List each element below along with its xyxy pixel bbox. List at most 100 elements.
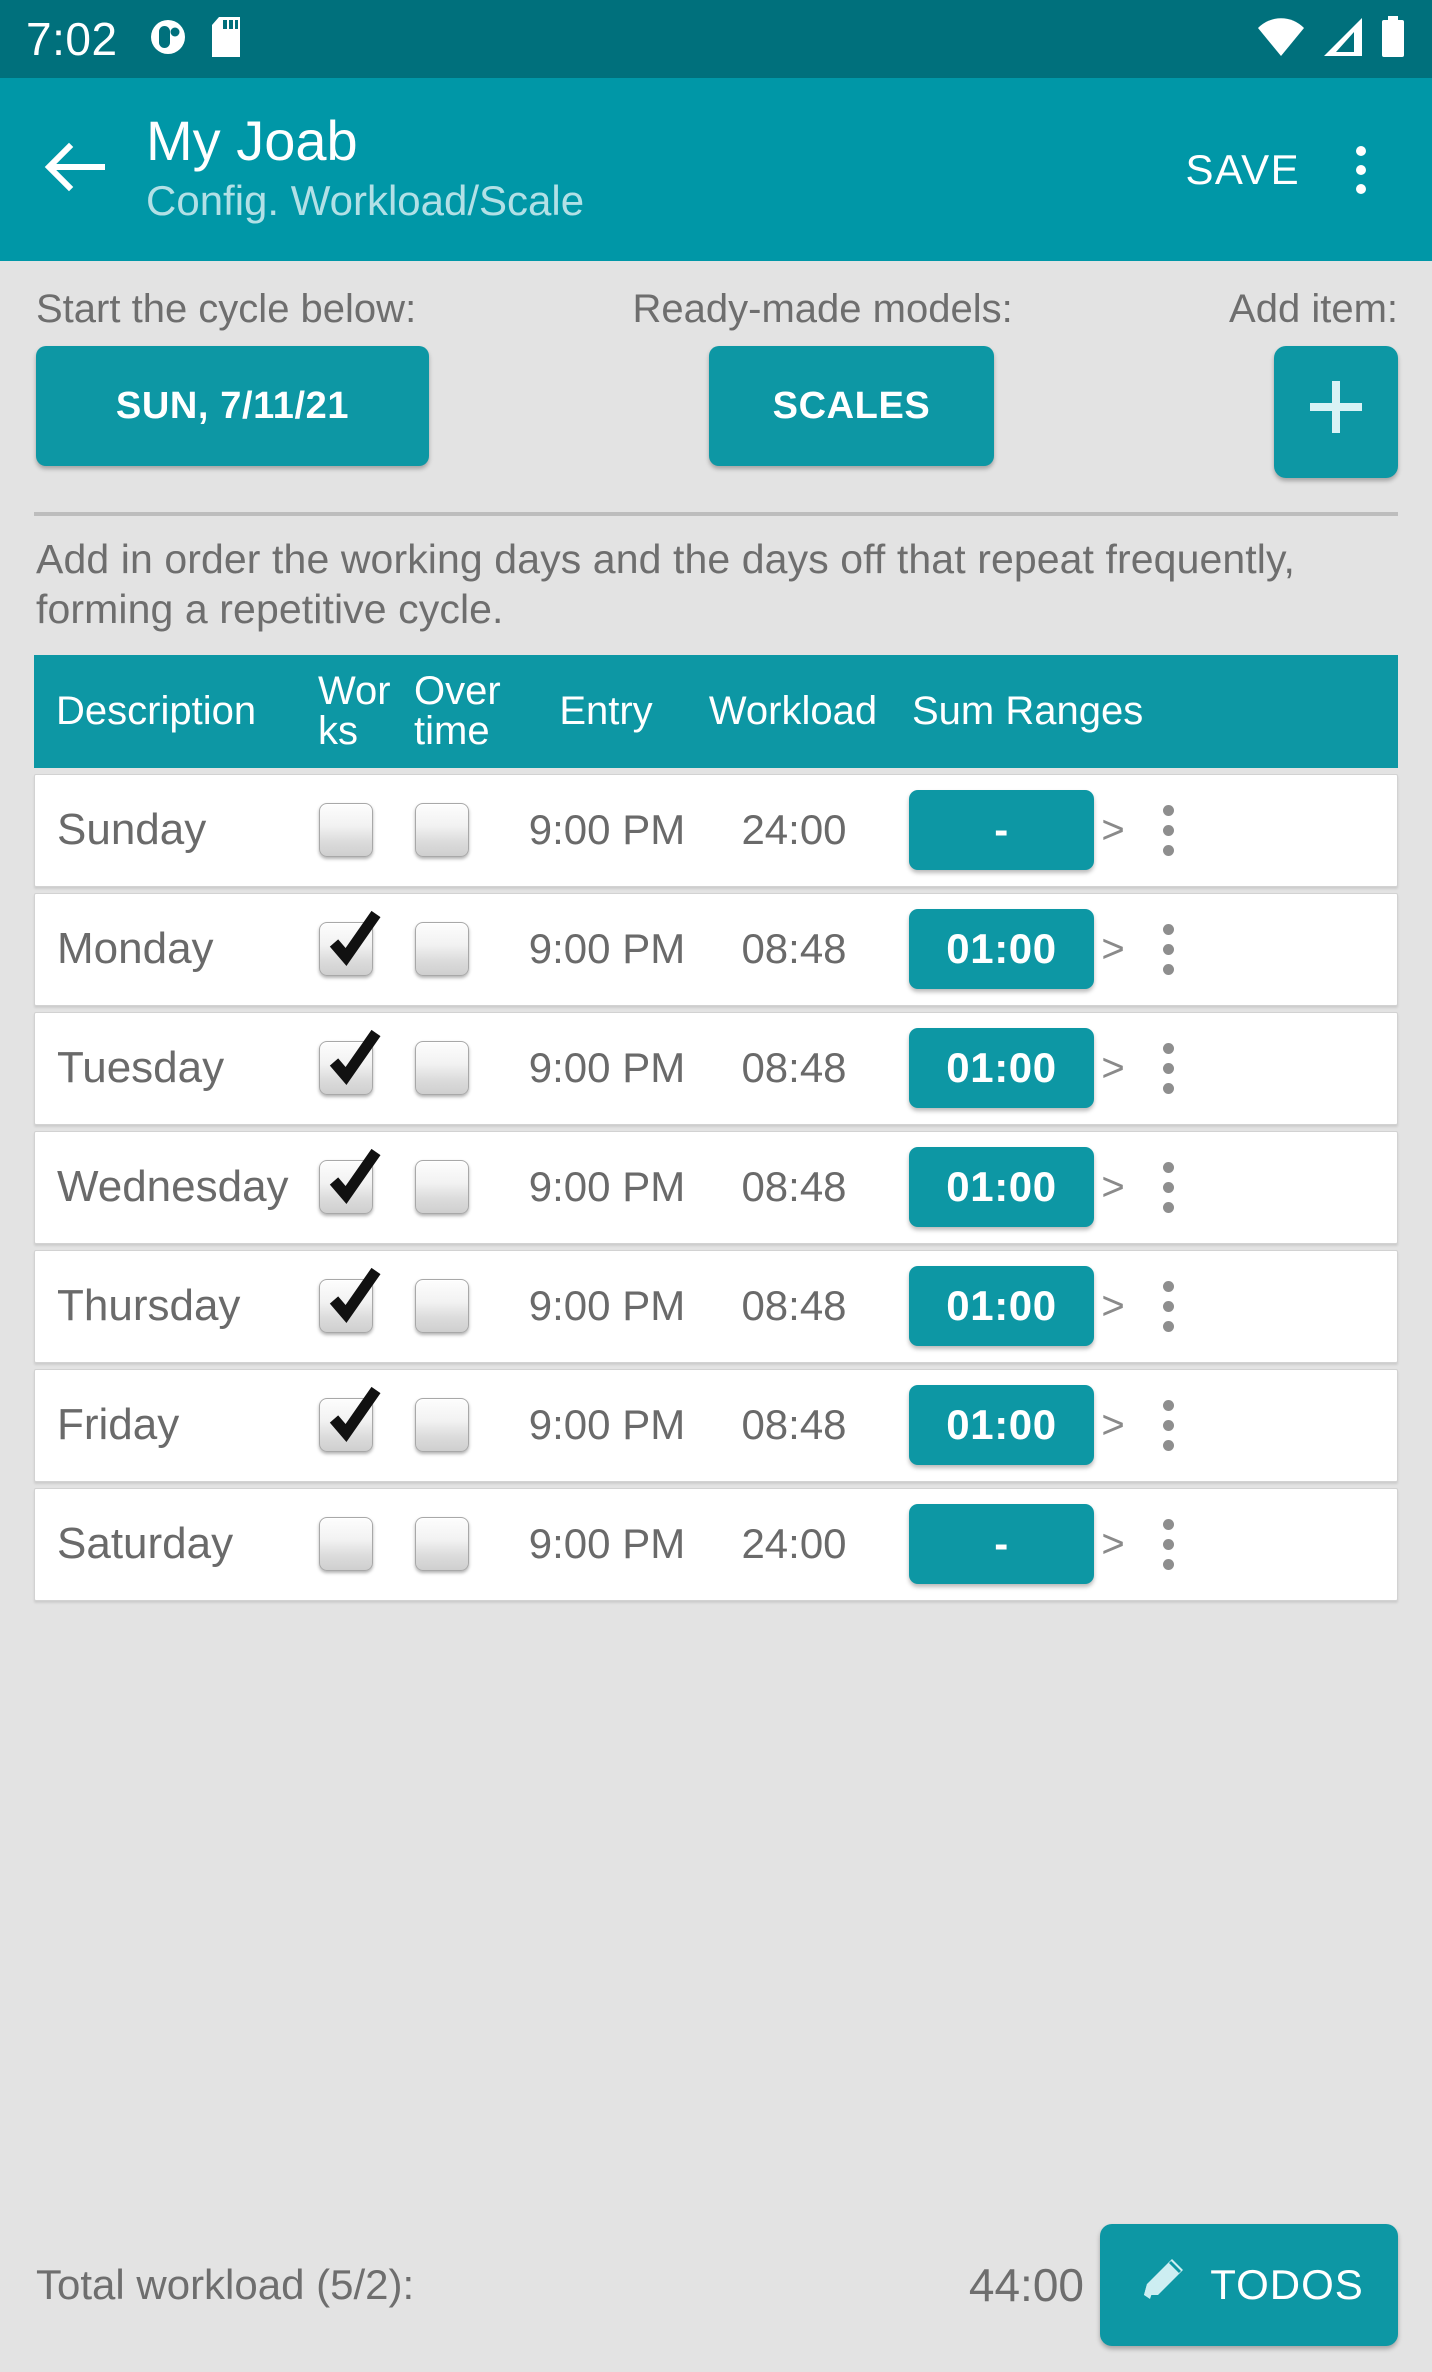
table-row[interactable]: Tuesday 9:00 PM 08:48 01:00 > (34, 1011, 1398, 1125)
cell-overtime[interactable] (415, 803, 523, 858)
cell-sum-ranges: - > (897, 790, 1397, 871)
cell-entry: 9:00 PM (528, 1044, 686, 1092)
cell-sum-ranges: 01:00 > (897, 1385, 1397, 1466)
cell-works[interactable] (319, 911, 415, 977)
overflow-menu-button[interactable] (1324, 124, 1398, 216)
works-checkbox[interactable] (319, 911, 381, 977)
works-checkbox[interactable] (319, 1030, 381, 1096)
cell-overtime[interactable] (415, 1517, 523, 1572)
more-vertical-icon (1162, 1042, 1174, 1054)
sd-card-icon (210, 15, 242, 64)
sum-ranges-badge[interactable]: 01:00 (909, 1147, 1094, 1228)
row-menu-button[interactable] (1140, 1518, 1196, 1570)
cell-works[interactable] (319, 1268, 415, 1334)
works-checkbox[interactable] (319, 1387, 381, 1453)
scales-button[interactable]: SCALES (709, 346, 994, 466)
row-menu-button[interactable] (1140, 923, 1196, 975)
cell-overtime[interactable] (415, 1398, 523, 1453)
overtime-checkbox[interactable] (415, 922, 469, 977)
status-bar-notification-icons (148, 15, 242, 64)
label-ready-made-models: Ready-made models: (632, 287, 1013, 331)
cell-workload: 08:48 (741, 1282, 847, 1330)
cell-overtime[interactable] (415, 922, 523, 977)
overtime-checkbox[interactable] (415, 803, 469, 858)
column-header-description: Description (56, 688, 257, 733)
overtime-checkbox[interactable] (415, 1279, 469, 1334)
save-button[interactable]: SAVE (1175, 132, 1310, 208)
app-screen: 7:02 My Joab Config. Workload/Scale SAVE… (0, 0, 1432, 2372)
start-date-button[interactable]: SUN, 7/11/21 (36, 346, 429, 466)
cell-entry: 9:00 PM (528, 1520, 686, 1568)
cell-works[interactable] (319, 1517, 415, 1572)
status-bar-clock: 7:02 (26, 13, 118, 65)
chevron-right-icon[interactable]: > (1100, 1046, 1126, 1091)
sum-ranges-badge[interactable]: 01:00 (909, 909, 1094, 990)
row-menu-button[interactable] (1140, 1280, 1196, 1332)
add-item-button[interactable] (1274, 346, 1398, 478)
cell-description: Saturday (57, 1519, 234, 1569)
row-menu-button[interactable] (1140, 1042, 1196, 1094)
sum-ranges-badge[interactable]: 01:00 (909, 1385, 1094, 1466)
cell-overtime[interactable] (415, 1160, 523, 1215)
table-row[interactable]: Friday 9:00 PM 08:48 01:00 > (34, 1368, 1398, 1482)
cell-description: Wednesday (57, 1162, 289, 1212)
table-row[interactable]: Thursday 9:00 PM 08:48 01:00 > (34, 1249, 1398, 1363)
hint-text: Add in order the working days and the da… (36, 536, 1296, 633)
chevron-right-icon[interactable]: > (1100, 1522, 1126, 1567)
plus-icon (1299, 370, 1373, 454)
chevron-right-icon[interactable]: > (1100, 1165, 1126, 1210)
table-row[interactable]: Monday 9:00 PM 08:48 01:00 > (34, 892, 1398, 1006)
todos-button-label: TODOS (1210, 2261, 1364, 2308)
more-vertical-icon (1162, 923, 1174, 935)
more-vertical-icon (1162, 1161, 1174, 1173)
more-vertical-icon (1162, 1280, 1174, 1292)
cell-works[interactable] (319, 1030, 415, 1096)
app-circle-icon (148, 15, 188, 64)
cell-overtime[interactable] (415, 1041, 523, 1096)
cell-workload: 08:48 (741, 925, 847, 973)
table-row[interactable]: Wednesday 9:00 PM 08:48 01:00 > (34, 1130, 1398, 1244)
overtime-checkbox[interactable] (415, 1517, 469, 1572)
label-add-item: Add item: (1229, 287, 1398, 331)
table-row[interactable]: Saturday 9:00 PM 24:00 - > (34, 1487, 1398, 1601)
sum-ranges-badge[interactable]: - (909, 1504, 1094, 1585)
sum-ranges-badge[interactable]: 01:00 (909, 1266, 1094, 1347)
chevron-right-icon[interactable]: > (1100, 808, 1126, 853)
sum-ranges-badge[interactable]: 01:00 (909, 1028, 1094, 1109)
cell-entry: 9:00 PM (528, 925, 686, 973)
cell-works[interactable] (319, 1149, 415, 1215)
more-vertical-icon (1356, 145, 1366, 156)
cell-workload: 08:48 (741, 1163, 847, 1211)
cell-overtime[interactable] (415, 1279, 523, 1334)
table-row[interactable]: Sunday 9:00 PM 24:00 - > (34, 773, 1398, 887)
status-bar-system-icons (1256, 15, 1406, 64)
row-menu-button[interactable] (1140, 1399, 1196, 1451)
row-menu-button[interactable] (1140, 1161, 1196, 1213)
cell-works[interactable] (319, 1387, 415, 1453)
row-menu-button[interactable] (1140, 804, 1196, 856)
more-vertical-icon (1162, 804, 1174, 816)
app-bar: My Joab Config. Workload/Scale SAVE (0, 78, 1432, 261)
total-workload-label: Total workload (5/2): (36, 2261, 415, 2308)
chevron-right-icon[interactable]: > (1100, 927, 1126, 972)
works-checkbox[interactable] (319, 803, 373, 858)
cell-works[interactable] (319, 803, 415, 858)
cell-description: Monday (57, 924, 214, 974)
overtime-checkbox[interactable] (415, 1398, 469, 1453)
schedule-table: Description Wor ks Over time Entry Workl… (0, 654, 1432, 1601)
works-checkbox[interactable] (319, 1149, 381, 1215)
works-checkbox[interactable] (319, 1517, 373, 1572)
overtime-checkbox[interactable] (415, 1160, 469, 1215)
works-checkbox[interactable] (319, 1268, 381, 1334)
chevron-right-icon[interactable]: > (1100, 1284, 1126, 1329)
overtime-checkbox[interactable] (415, 1041, 469, 1096)
chevron-right-icon[interactable]: > (1100, 1403, 1126, 1448)
status-bar: 7:02 (0, 0, 1432, 78)
cell-workload: 24:00 (741, 806, 847, 854)
cell-sum-ranges: 01:00 > (897, 909, 1397, 990)
back-button[interactable] (30, 124, 122, 216)
cell-workload: 08:48 (741, 1044, 847, 1092)
cell-entry: 9:00 PM (528, 1401, 686, 1449)
todos-button[interactable]: TODOS (1100, 2224, 1398, 2346)
sum-ranges-badge[interactable]: - (909, 790, 1094, 871)
